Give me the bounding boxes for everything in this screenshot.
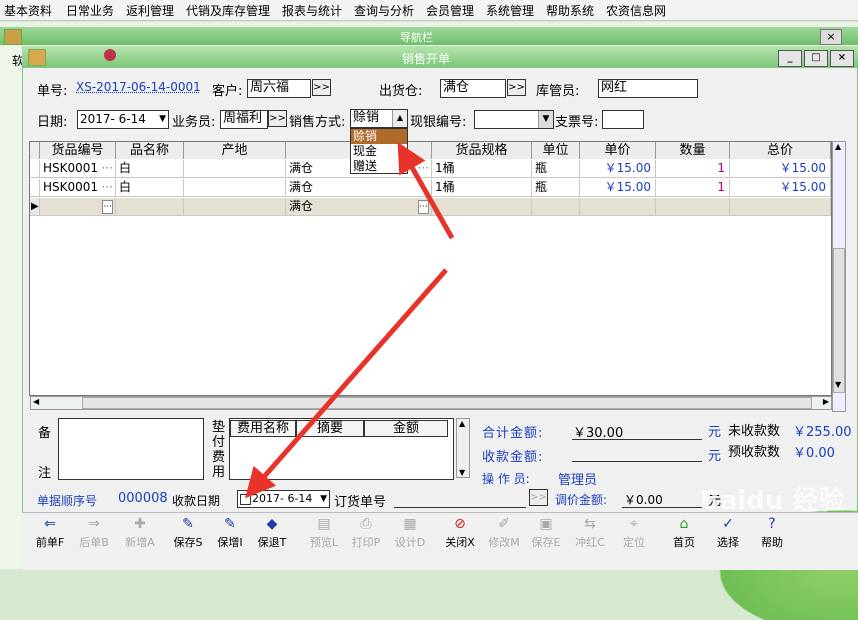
- arrow-to-collect-date: [245, 268, 448, 499]
- annotation-arrows: [245, 141, 455, 499]
- arrow-to-dropdown: [397, 141, 455, 240]
